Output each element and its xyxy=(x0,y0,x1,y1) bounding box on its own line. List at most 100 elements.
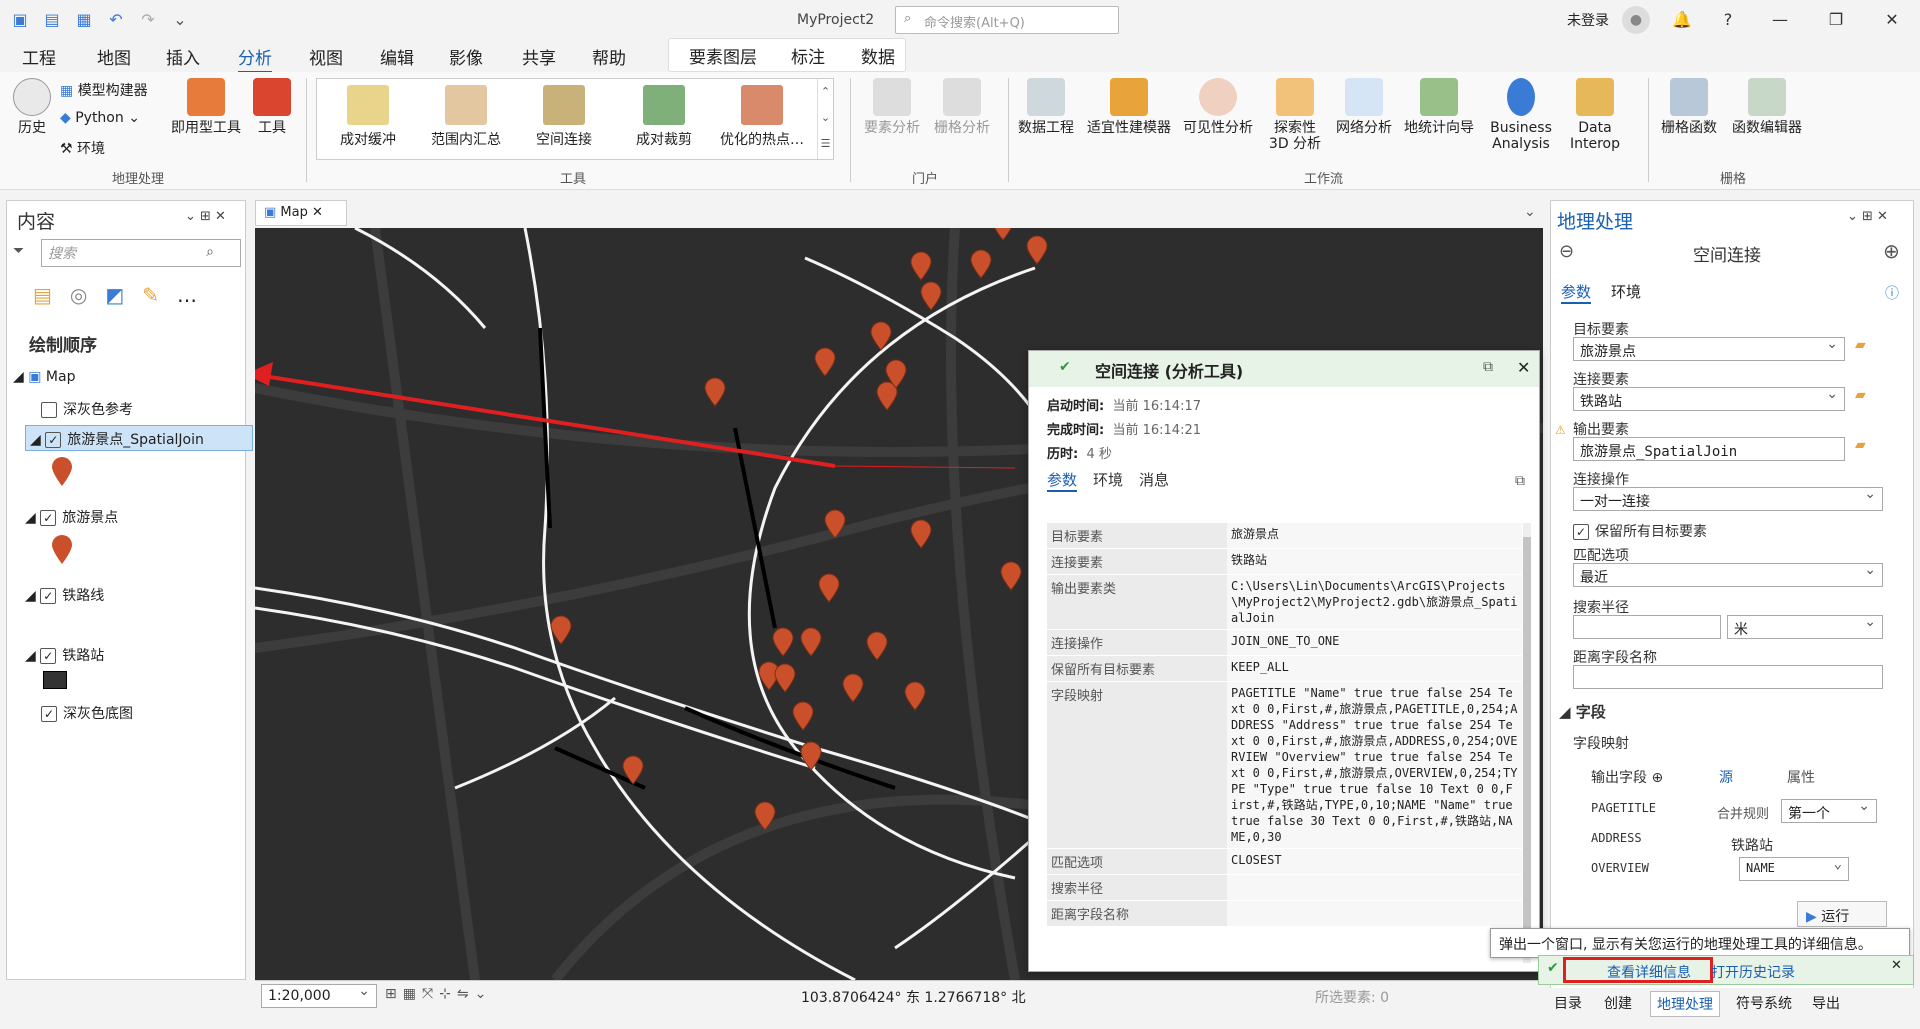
join-features-select[interactable]: 铁路站 xyxy=(1573,386,1845,411)
field-item[interactable]: OVERVIEW xyxy=(1591,861,1649,875)
model-builder-button[interactable]: ▦ 模型构建器 xyxy=(60,80,148,100)
tab-edit[interactable]: 编辑 xyxy=(380,44,414,69)
field-item[interactable]: ADDRESS xyxy=(1591,831,1642,845)
tab-imagery[interactable]: 影像 xyxy=(449,44,483,69)
add-icon[interactable]: ⊕ xyxy=(1883,239,1900,263)
details-tab-environments[interactable]: 环境 xyxy=(1093,469,1123,490)
layer-dark-gray-reference[interactable]: 深灰色参考 xyxy=(41,399,133,419)
layer-spatialjoin[interactable]: ◢ ✓ 旅游景点_SpatialJoin xyxy=(25,425,253,451)
filter-icon[interactable]: ⏷ xyxy=(13,243,24,259)
network-analysis-button[interactable]: 网络分析 xyxy=(1332,78,1396,136)
tools-button[interactable]: 工具 xyxy=(250,78,294,136)
tree-map[interactable]: ◢ ▣ Map xyxy=(13,369,75,385)
data-source-icon[interactable]: ◎ xyxy=(70,283,87,307)
python-button[interactable]: ◆ Python ⌄ xyxy=(60,110,140,126)
target-features-select[interactable]: 旅游景点 xyxy=(1573,336,1845,361)
tab-export[interactable]: 导出 xyxy=(1812,993,1840,1013)
tab-parameters[interactable]: 参数 xyxy=(1561,281,1592,304)
customize-icon[interactable]: ⌄ xyxy=(168,8,192,32)
radius-unit-select[interactable]: 米 xyxy=(1727,614,1883,639)
tab-labeling[interactable]: 标注 xyxy=(791,43,825,68)
keep-all-checkbox[interactable]: ✓ 保留所有目标要素 xyxy=(1573,521,1707,541)
tab-source[interactable]: 源 xyxy=(1719,767,1733,787)
run-button[interactable]: ▶ 运行 xyxy=(1797,901,1887,927)
undo-icon[interactable]: ↶ xyxy=(104,8,128,32)
tab-view[interactable]: 视图 xyxy=(309,44,343,69)
drawing-order-icon[interactable]: ▤ xyxy=(33,283,52,307)
tab-share[interactable]: 共享 xyxy=(522,44,556,69)
add-field-icon[interactable]: ⊕ xyxy=(1651,770,1663,786)
layer-checkbox[interactable]: ✓ xyxy=(45,432,62,448)
raster-functions-button[interactable]: 栅格函数 xyxy=(1656,78,1722,136)
close-icon[interactable]: ✕ xyxy=(1517,358,1530,377)
user-status[interactable]: 未登录 xyxy=(1567,10,1609,30)
distance-field-input[interactable] xyxy=(1573,665,1883,689)
avatar[interactable]: ● xyxy=(1622,6,1650,34)
layer-checkbox[interactable] xyxy=(41,402,57,418)
gallery-scroll[interactable]: ⌃ ⌄ ☰ xyxy=(817,79,833,159)
chevron-down-icon[interactable]: ⌄ xyxy=(1524,204,1536,220)
tab-analysis[interactable]: 分析 xyxy=(238,44,272,73)
function-editor-button[interactable]: 函数编辑器 xyxy=(1726,78,1808,136)
scroll-thumb[interactable] xyxy=(1523,537,1531,937)
fields-section[interactable]: ◢ 字段 xyxy=(1559,701,1606,722)
tab-catalog[interactable]: 目录 xyxy=(1554,993,1582,1013)
scale-select[interactable]: 1:20,000 xyxy=(261,983,377,1008)
pane-controls[interactable]: ⌄ ⊞ ✕ xyxy=(185,209,226,224)
merge-rule-select[interactable]: 第一个 xyxy=(1781,798,1877,823)
business-analysis-button[interactable]: Business Analysis xyxy=(1484,78,1558,152)
feature-analysis-button[interactable]: 要素分析 xyxy=(858,78,926,136)
open-history-link[interactable]: 打开历史记录 xyxy=(1711,962,1795,982)
tab-properties[interactable]: 属性 xyxy=(1787,767,1815,787)
back-icon[interactable]: ⊖ xyxy=(1559,241,1574,262)
layer-tourist-spots[interactable]: ◢ ✓ 旅游景点 xyxy=(25,507,118,527)
layer-railway-lines[interactable]: ◢ ✓ 铁路线 xyxy=(25,585,104,605)
new-project-icon[interactable]: ▣ xyxy=(8,8,32,32)
tab-map[interactable]: 地图 xyxy=(97,44,131,69)
gallery-pairwise-buffer[interactable]: 成对缓冲 xyxy=(323,85,413,149)
suitability-modeler-button[interactable]: 适宜性建模器 xyxy=(1082,78,1176,136)
raster-analysis-button[interactable]: 栅格分析 xyxy=(928,78,996,136)
data-interop-button[interactable]: Data Interop xyxy=(1562,78,1628,152)
notification-icon[interactable]: 🔔 xyxy=(1662,6,1702,34)
tab-create[interactable]: 创建 xyxy=(1604,993,1632,1013)
join-operation-select[interactable]: 一对一连接 xyxy=(1573,486,1883,511)
visibility-analysis-button[interactable]: 可见性分析 xyxy=(1178,78,1258,136)
gallery-pairwise-clip[interactable]: 成对裁剪 xyxy=(619,85,709,149)
contents-search-input[interactable]: 搜索 ⌕ xyxy=(41,239,241,267)
close-icon[interactable]: ✕ xyxy=(312,205,323,220)
help-icon[interactable]: ⓘ xyxy=(1885,283,1899,303)
match-option-select[interactable]: 最近 xyxy=(1573,562,1883,587)
layer-checkbox[interactable]: ✓ xyxy=(40,510,57,526)
gallery-optimized-hotspot[interactable]: 优化的热点… xyxy=(717,85,807,149)
tab-symbology[interactable]: 符号系统 xyxy=(1736,993,1792,1013)
close-button[interactable]: ✕ xyxy=(1872,6,1912,34)
save-icon[interactable]: ▦ xyxy=(72,8,96,32)
ready-tools-button[interactable]: 即用型工具 xyxy=(166,78,246,136)
layer-dark-gray-base[interactable]: ✓ 深灰色底图 xyxy=(41,703,133,723)
editing-icon[interactable]: ✎ xyxy=(142,283,159,307)
more-icon[interactable]: … xyxy=(177,283,197,307)
details-tab-messages[interactable]: 消息 xyxy=(1139,469,1169,490)
redo-icon[interactable]: ↷ xyxy=(136,8,160,32)
source-field-select[interactable]: NAME xyxy=(1739,856,1849,881)
restore-button[interactable]: ❐ xyxy=(1816,6,1856,34)
tab-data[interactable]: 数据 xyxy=(861,43,895,68)
tab-insert[interactable]: 插入 xyxy=(166,44,200,69)
tab-geoprocessing[interactable]: 地理处理 xyxy=(1650,991,1720,1017)
tab-environments[interactable]: 环境 xyxy=(1611,281,1641,302)
environment-button[interactable]: ⚒ 环境 xyxy=(60,138,105,158)
help-icon[interactable]: ? xyxy=(1708,6,1748,34)
layer-checkbox[interactable]: ✓ xyxy=(40,648,57,664)
layer-railway-stations[interactable]: ◢ ✓ 铁路站 xyxy=(25,645,104,665)
data-engineering-button[interactable]: 数据工程 xyxy=(1014,78,1078,136)
map-tab[interactable]: ▣ Map ✕ xyxy=(255,200,347,226)
status-tools[interactable]: ⊞▦⤧⊹⇋⌄ xyxy=(385,986,492,1002)
tab-project[interactable]: 工程 xyxy=(22,44,56,69)
details-tab-parameters[interactable]: 参数 xyxy=(1047,469,1078,492)
layer-checkbox[interactable]: ✓ xyxy=(40,588,57,604)
folder-icon[interactable]: ▰ xyxy=(1855,387,1866,403)
view-details-link[interactable]: 查看详细信息 xyxy=(1607,962,1691,982)
field-item[interactable]: PAGETITLE xyxy=(1591,801,1656,815)
output-features-input[interactable]: 旅游景点_SpatialJoin xyxy=(1573,437,1845,461)
